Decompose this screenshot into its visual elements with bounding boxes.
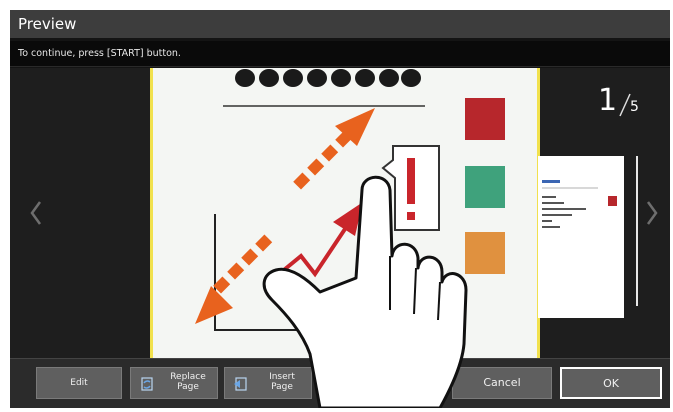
replace-label-line2: Page <box>177 382 199 392</box>
ok-button[interactable]: OK <box>560 367 662 399</box>
insert-page-button[interactable]: Insert Page <box>224 367 312 399</box>
green-block <box>465 166 505 208</box>
edit-button[interactable]: Edit <box>36 367 122 399</box>
window-title: Preview <box>10 10 670 38</box>
zoom-out-arrow <box>293 108 375 190</box>
page-illustration <box>195 69 505 331</box>
page-total: 5 <box>630 99 639 115</box>
page-preview-main[interactable] <box>150 68 540 358</box>
insert-label-line1: Insert <box>269 372 295 382</box>
exclamation-callout <box>381 145 440 231</box>
status-message: To continue, press [START] button. <box>10 41 670 67</box>
replace-page-icon <box>141 377 153 391</box>
bottom-toolbar: Edit Replace Page Insert Page Cancel OK <box>10 358 670 408</box>
black-dots-row <box>235 69 421 87</box>
preview-screen: Preview To continue, press [START] butto… <box>10 10 670 408</box>
orange-block <box>465 232 505 274</box>
page-current: 1 <box>598 83 618 118</box>
edit-button-label: Edit <box>70 378 88 388</box>
insert-page-icon <box>234 377 247 391</box>
next-page-arrow[interactable] <box>642 198 662 228</box>
red-block <box>465 98 505 140</box>
cancel-button-label: Cancel <box>483 376 521 389</box>
next-page-thumbnail[interactable] <box>538 156 624 318</box>
replace-page-button[interactable]: Replace Page <box>130 367 218 399</box>
replace-label-line1: Replace <box>170 372 206 382</box>
page-counter: 1 5 <box>598 86 658 126</box>
insert-label-line2: Page <box>271 382 293 392</box>
zoom-in-arrow <box>195 234 273 324</box>
preview-scrollbar[interactable] <box>636 156 638 306</box>
preview-viewer[interactable]: 1 5 <box>10 68 670 358</box>
cancel-button[interactable]: Cancel <box>452 367 552 399</box>
ok-button-label: OK <box>603 377 619 390</box>
previous-page-arrow[interactable] <box>26 198 46 228</box>
